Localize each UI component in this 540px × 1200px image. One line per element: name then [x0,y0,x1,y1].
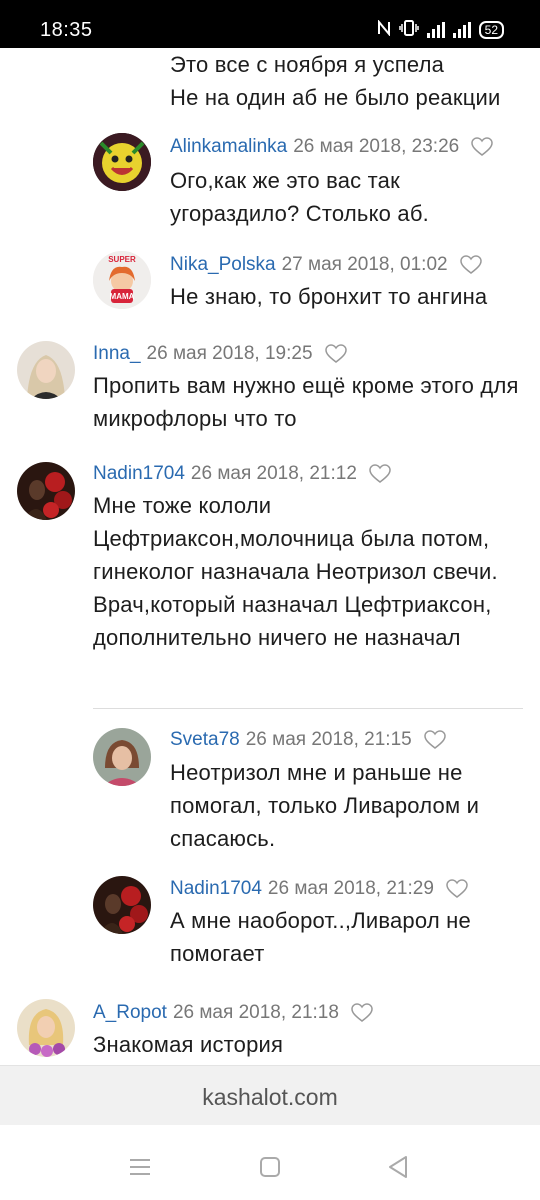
username-link[interactable]: Nika_Polska [170,254,276,276]
comment-meta: Nika_Polska 27 мая 2018, 01:02 [170,253,482,277]
username-link[interactable]: A_Ropot [93,1002,167,1024]
username-link[interactable]: Inna_ [93,343,141,365]
nfc-icon [377,18,391,41]
comment-paragraph: Врач,который назначал Цефтриаксон, допол… [93,592,492,650]
heart-icon[interactable] [351,1003,373,1023]
heart-icon[interactable] [446,879,468,899]
comment-text: Неотризол мне и раньше не помогал, тольк… [170,760,480,851]
avatar-nadin1704[interactable] [17,462,75,520]
comment-date: 26 мая 2018, 21:18 [172,1002,339,1023]
avatar-alinkamalinka[interactable] [93,133,151,191]
comment-text: А мне наоборот..,Ливарол не помогает [170,908,471,966]
username-link[interactable]: Alinkamalinka [170,136,287,158]
comment-meta: Inna_ 26 мая 2018, 19:25 [93,342,347,366]
home-icon[interactable] [250,1147,290,1187]
heart-icon[interactable] [369,464,391,484]
menu-icon[interactable] [120,1147,160,1187]
comment-meta: A_Ropot 26 мая 2018, 21:18 [93,1001,373,1025]
comment-text: Ого,как же это вас так угораздило? Столь… [170,168,429,226]
comment-meta: Nadin1704 26 мая 2018, 21:12 [93,462,391,486]
comment-date: 26 мая 2018, 19:25 [146,343,313,364]
avatar-a-ropot[interactable] [17,999,75,1057]
avatar-inna[interactable] [17,341,75,399]
avatar-nika-polska[interactable]: SUPER MAMA [93,251,151,309]
username-link[interactable]: Nadin1704 [93,463,185,485]
heart-icon[interactable] [423,730,446,750]
username-link[interactable]: Sveta78 [170,729,240,751]
comment-line: Не на один аб не было реакции [170,85,501,110]
comment-meta: Sveta78 26 мая 2018, 21:15 [170,728,446,752]
avatar-badge-top: SUPER [108,255,136,264]
divider [93,708,523,709]
comment-text: Это все с ноября я успела Не на один аб … [170,48,530,114]
heart-icon[interactable] [471,137,493,157]
avatar-badge-bottom: MAMA [109,292,135,301]
status-icons: 52 [377,18,504,41]
battery-icon: 52 [478,21,504,39]
comment-paragraph: Мне тоже кололи Цефтриаксон,молочница бы… [93,493,498,584]
site-url-bar[interactable]: kashalot.com [0,1065,540,1125]
heart-icon[interactable] [324,344,347,364]
status-time: 18:35 [40,19,93,41]
comment-text: Пропить вам нужно ещё кроме этого для ми… [93,373,519,431]
comment-date: 27 мая 2018, 01:02 [281,254,448,275]
site-url[interactable]: kashalot.com [0,1084,540,1111]
comments-list[interactable]: Это все с ноября я успела Не на один аб … [0,48,540,1065]
comment-meta: Alinkamalinka 26 мая 2018, 23:26 [170,135,493,159]
hplus-signal-icon [426,22,445,38]
avatar-nadin1704[interactable] [93,876,151,934]
comment-text: Не знаю, то бронхит то ангина [170,284,488,309]
comment-meta: Nadin1704 26 мая 2018, 21:29 [170,877,468,901]
heart-icon[interactable] [459,255,482,275]
comment-line: Это все с ноября я успела [170,52,445,77]
username-link[interactable]: Nadin1704 [170,878,262,900]
comment-date: 26 мая 2018, 21:29 [267,878,434,899]
system-nav-bar [0,1125,540,1200]
vibrate-icon [398,19,419,41]
back-icon[interactable] [378,1147,418,1187]
comment-date: 26 мая 2018, 21:15 [245,729,412,750]
comment-date: 26 мая 2018, 21:12 [190,463,357,484]
comment-text: Мне тоже кололи Цефтриаксон,молочница бы… [93,489,523,654]
status-bar: 18:35 52 [0,0,540,48]
signal-icon [452,22,471,38]
comment-date: 26 мая 2018, 23:26 [293,136,460,157]
comment-text: Знакомая история [93,1032,284,1057]
avatar-sveta78[interactable] [93,728,151,786]
